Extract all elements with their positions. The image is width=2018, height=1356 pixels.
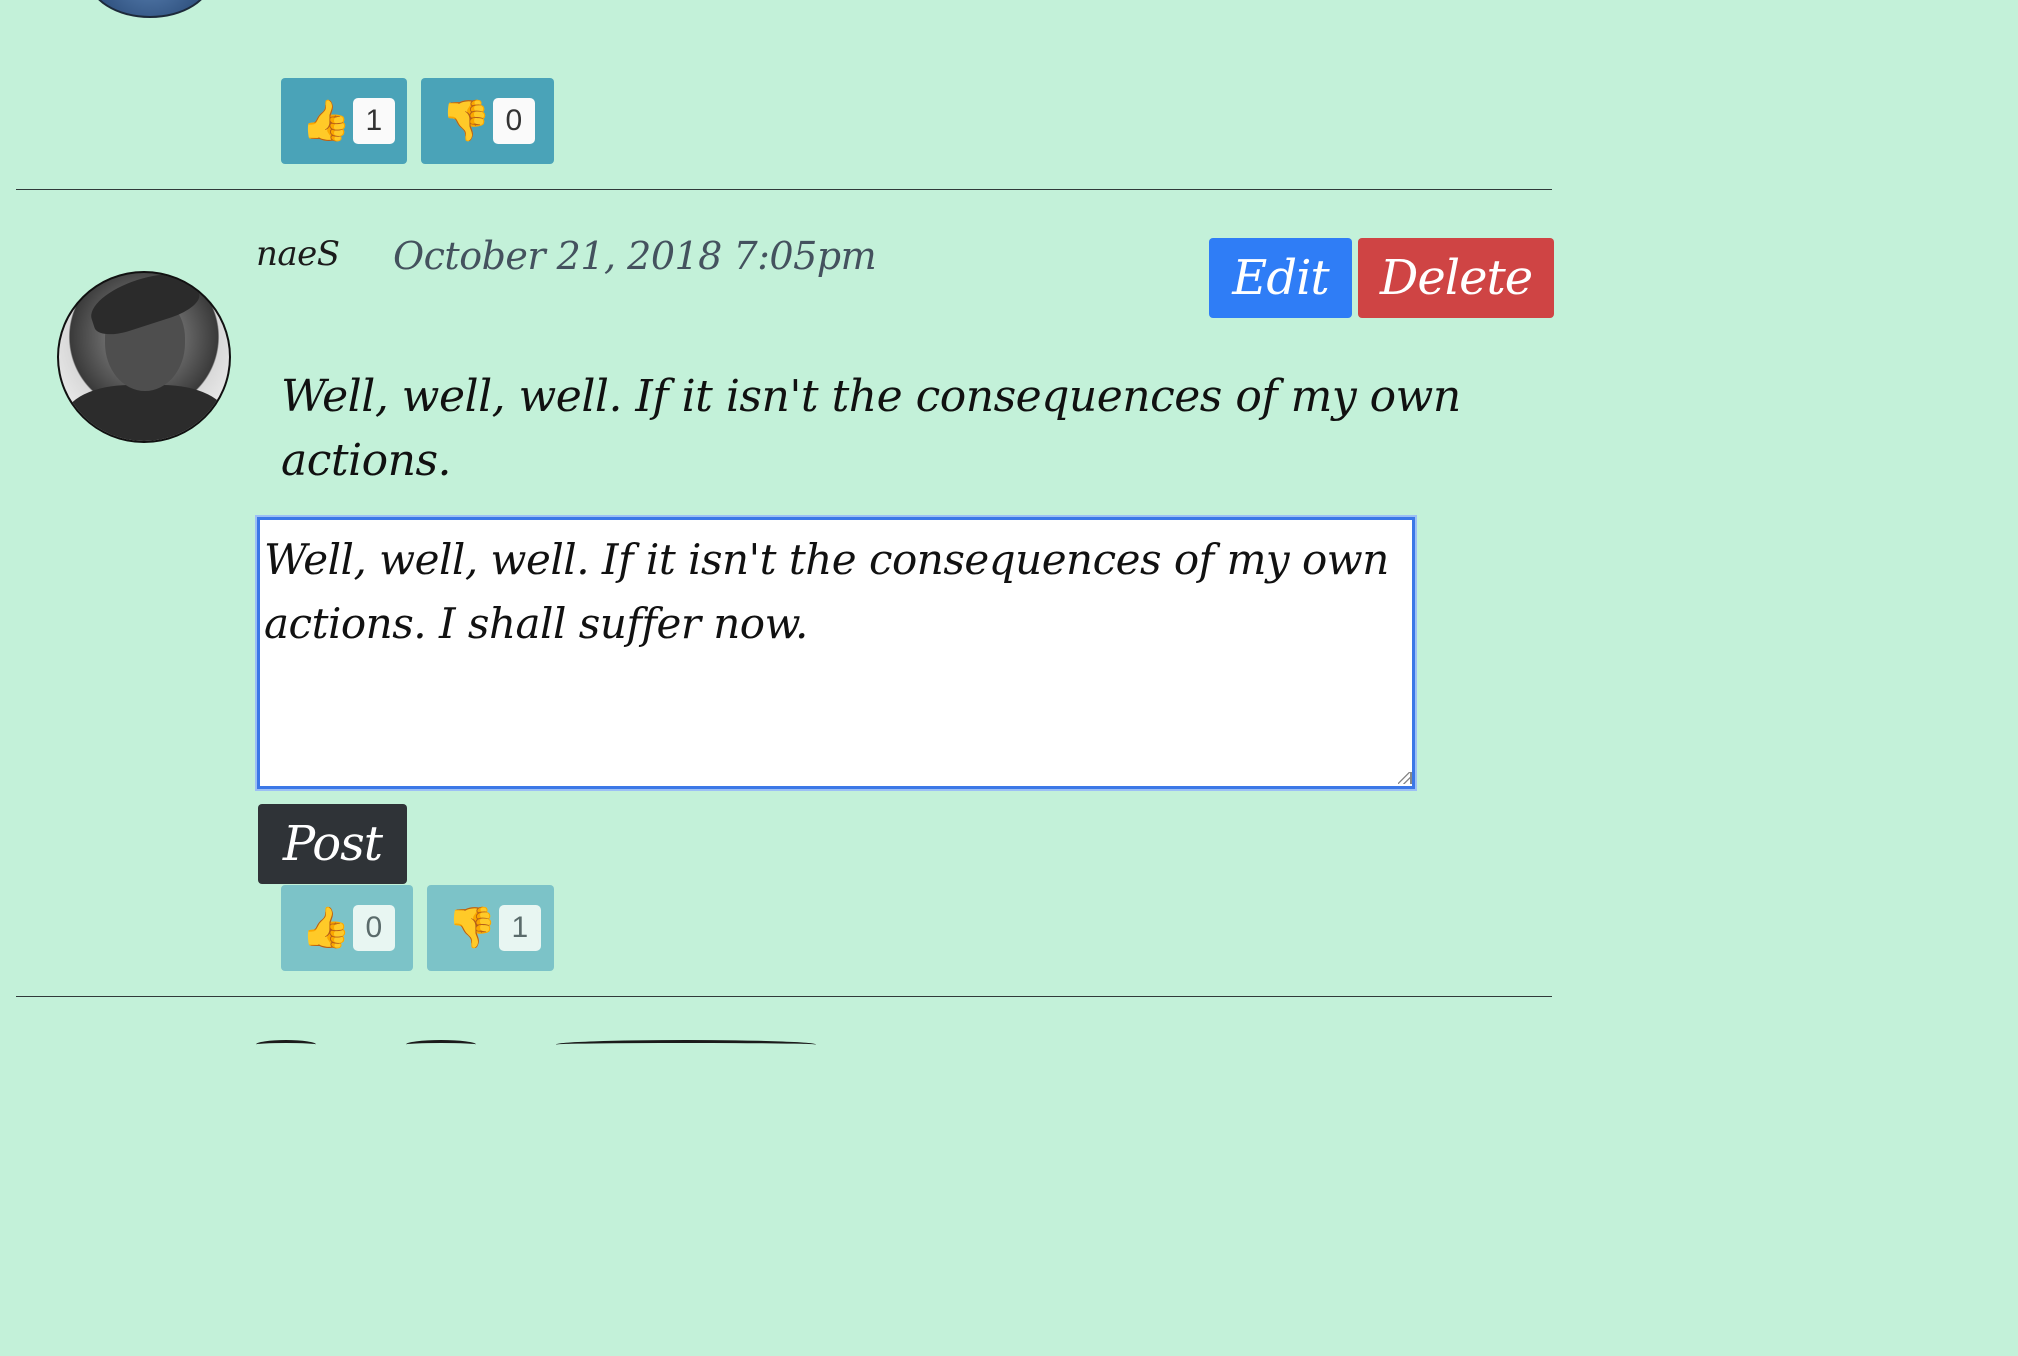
like-count: 0	[352, 905, 395, 951]
previous-comment-avatar	[88, 0, 212, 18]
comment-divider	[16, 189, 1552, 190]
thumbs-up-icon: 👍	[301, 98, 351, 144]
comment-author: naeS	[256, 234, 340, 274]
delete-button[interactable]: Delete	[1358, 238, 1554, 318]
next-comment-header	[256, 1040, 836, 1054]
like-button[interactable]: 👍 0	[281, 885, 413, 971]
thumbs-down-icon: 👎	[447, 905, 497, 951]
thumbs-up-icon: 👍	[301, 905, 351, 951]
dislike-button[interactable]: 👎 1	[427, 885, 554, 971]
edit-button[interactable]: Edit	[1209, 238, 1352, 318]
comment-divider	[16, 996, 1552, 997]
edit-comment-textarea[interactable]: Well, well, well. If it isn't the conseq…	[257, 517, 1415, 789]
post-button[interactable]: Post	[258, 804, 407, 884]
like-button[interactable]: 👍 1	[281, 78, 407, 164]
thumbs-down-icon: 👎	[441, 98, 491, 144]
dislike-count: 0	[492, 98, 535, 144]
like-count: 1	[352, 98, 395, 144]
dislike-count: 1	[498, 905, 541, 951]
comment-author-avatar	[57, 271, 231, 443]
comment-date: October 21, 2018 7:05pm	[393, 234, 877, 278]
comment-text: Well, well, well. If it isn't the conseq…	[281, 371, 1461, 486]
dislike-button[interactable]: 👎 0	[421, 78, 554, 164]
